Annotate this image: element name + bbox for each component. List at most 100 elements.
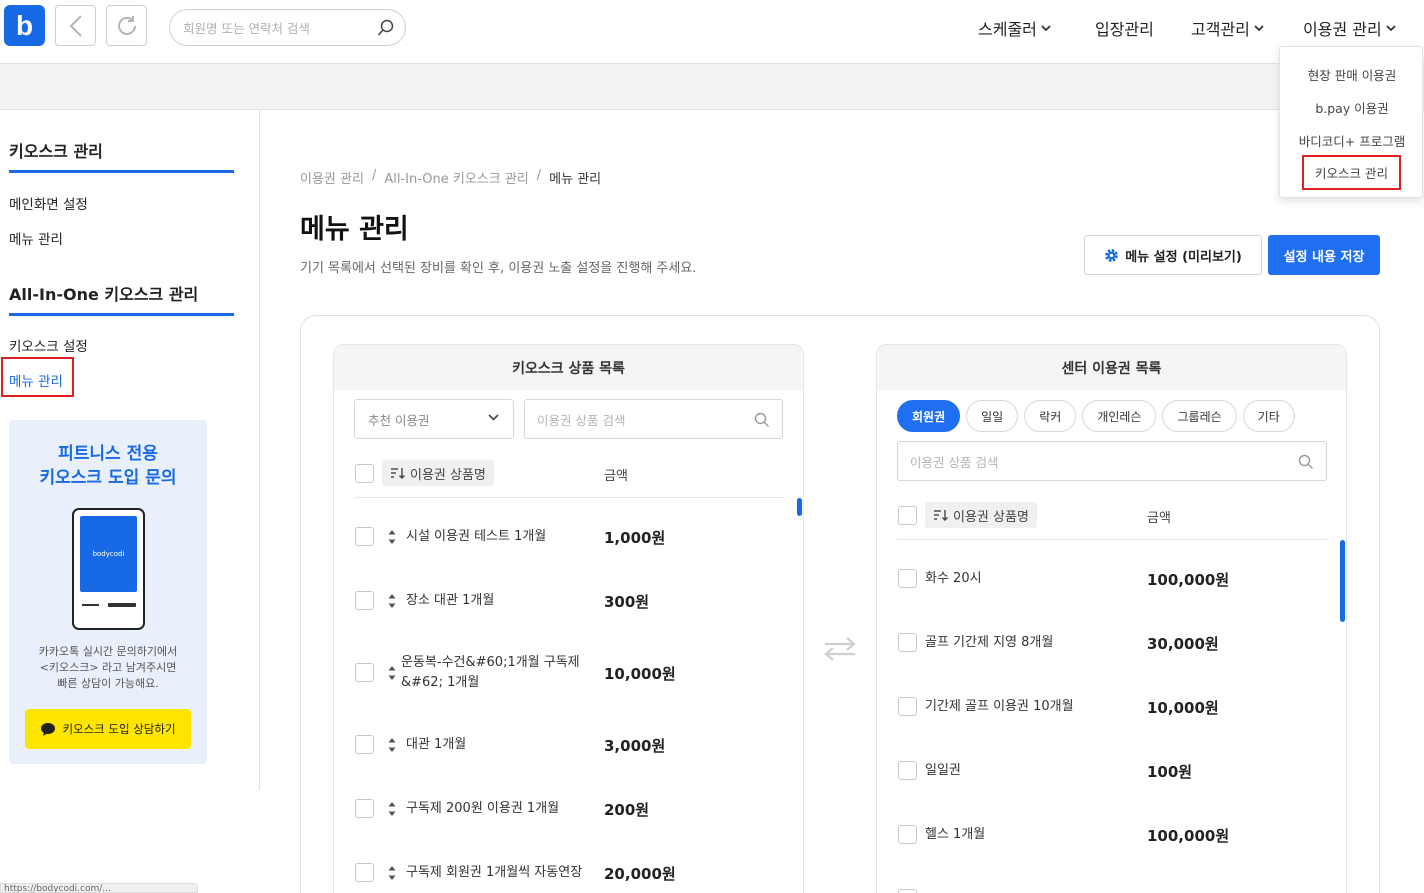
highlight-box — [1, 357, 74, 397]
product-price: 300원 — [604, 593, 650, 611]
center-pass-list-panel: 센터 이용권 목록 회원권 일일 락커 개인레슨 그룹레슨 기타 이용권 상품명… — [876, 344, 1347, 893]
breadcrumb-separator: / — [536, 168, 542, 183]
row-checkbox[interactable] — [898, 633, 917, 652]
menu-preview-label: 메뉴 설정 (미리보기) — [1125, 249, 1242, 265]
menu-preview-button[interactable]: 메뉴 설정 (미리보기) — [1084, 235, 1262, 275]
pass-name: 기간제 골프 이용권 10개월 — [925, 699, 1074, 714]
drag-sort-icon[interactable] — [387, 801, 397, 817]
tab-etc[interactable]: 기타 — [1242, 400, 1295, 432]
row-checkbox[interactable] — [898, 825, 917, 844]
pass-name: 골프 기간제 지영 8개월 — [925, 635, 1054, 650]
swap-arrows-icon[interactable] — [822, 635, 858, 663]
row-checkbox[interactable] — [355, 863, 374, 882]
sort-by-name-button[interactable]: 이용권 상품명 — [925, 502, 1037, 528]
dropdown-item-kiosk-management[interactable]: 키오스크 관리 — [1302, 155, 1401, 190]
sidebar-section-title: All-In-One 키오스크 관리 — [9, 285, 199, 304]
kiosk-card-reader — [108, 603, 136, 607]
tab-locker[interactable]: 락커 — [1024, 400, 1077, 432]
panel-title: 센터 이용권 목록 — [877, 345, 1346, 390]
pass-search — [897, 441, 1327, 481]
promo-title: 키오스크 도입 문의 — [39, 468, 177, 488]
chat-bubble-icon — [41, 722, 56, 736]
promo-desc-line: 빠른 상담이 가능해요. — [57, 677, 159, 690]
row-checkbox[interactable] — [898, 697, 917, 716]
sub-header-bar — [0, 63, 1424, 110]
sidebar-item-kiosk-settings[interactable]: 키오스크 설정 — [9, 335, 88, 355]
product-search-input[interactable] — [537, 411, 737, 429]
search-icon[interactable] — [1298, 454, 1314, 470]
kiosk-product-list-panel: 키오스크 상품 목록 추천 이용권 이용권 상품명 금액 시설 이용권 테스트 … — [333, 344, 804, 893]
back-arrow-icon — [69, 14, 82, 37]
column-header-price: 금액 — [604, 469, 628, 484]
tab-personal-lesson[interactable]: 개인레슨 — [1082, 400, 1157, 432]
row-checkbox[interactable] — [355, 735, 374, 754]
product-price: 3,000원 — [604, 737, 666, 755]
back-button[interactable] — [55, 5, 96, 46]
sidebar-divider — [9, 313, 234, 316]
scrollbar-thumb[interactable] — [797, 498, 802, 516]
member-search-input[interactable] — [183, 19, 373, 37]
dropdown-item-bodycodi-program[interactable]: 바디코디+ 프로그램 — [1280, 131, 1424, 150]
product-name: 장소 대관 1개월 — [406, 593, 495, 608]
sidebar-item-menu[interactable]: 메뉴 관리 — [9, 228, 63, 248]
tab-group-lesson[interactable]: 그룹레슨 — [1162, 400, 1237, 432]
category-select[interactable]: 추천 이용권 — [354, 399, 514, 439]
select-all-checkbox[interactable] — [355, 464, 374, 483]
pass-price: 100,000원 — [1147, 827, 1230, 845]
menu-passes[interactable]: 이용권 관리 — [1303, 16, 1396, 40]
sidebar: 키오스크 관리 메인화면 설정 메뉴 관리 All-In-One 키오스크 관리… — [0, 110, 260, 790]
passes-dropdown-menu: 현장 판매 이용권 b.pay 이용권 바디코디+ 프로그램 키오스크 관리 — [1279, 46, 1423, 198]
promo-desc-line: <키오스크> 라고 남겨주시면 — [39, 661, 177, 674]
column-header-name: 이용권 상품명 — [410, 467, 486, 483]
row-checkbox[interactable] — [355, 527, 374, 546]
kiosk-promo-banner: 피트니스 전용 키오스크 도입 문의 bodycodi 카카오톡 실시간 문의하… — [9, 420, 207, 764]
page-title: 메뉴 관리 — [300, 214, 409, 245]
row-checkbox[interactable] — [355, 799, 374, 818]
tab-membership[interactable]: 회원권 — [897, 400, 961, 432]
bodycodi-logo[interactable]: b — [4, 5, 45, 46]
row-checkbox[interactable] — [898, 889, 917, 893]
panel-title: 키오스크 상품 목록 — [334, 345, 803, 390]
sidebar-section-title: 키오스크 관리 — [9, 142, 103, 161]
drag-sort-icon[interactable] — [387, 665, 397, 681]
row-checkbox[interactable] — [898, 569, 917, 588]
member-search — [169, 9, 406, 46]
breadcrumb-item[interactable]: All-In-One 키오스크 관리 — [384, 168, 528, 187]
row-checkbox[interactable] — [898, 761, 917, 780]
refresh-icon — [117, 15, 136, 35]
kiosk-consult-button[interactable]: 키오스크 도입 상담하기 — [25, 709, 191, 749]
sort-by-name-button[interactable]: 이용권 상품명 — [382, 460, 494, 486]
dropdown-item-onsite-pass[interactable]: 현장 판매 이용권 — [1280, 65, 1424, 84]
refresh-button[interactable] — [106, 5, 147, 46]
drag-sort-icon[interactable] — [387, 737, 397, 753]
chevron-down-icon — [1041, 24, 1051, 31]
select-all-checkbox[interactable] — [898, 506, 917, 525]
product-price: 200원 — [604, 801, 650, 819]
sidebar-item-main-screen[interactable]: 메인화면 설정 — [9, 193, 88, 213]
search-icon[interactable] — [377, 19, 395, 37]
product-price: 10,000원 — [604, 665, 676, 683]
row-checkbox[interactable] — [355, 663, 374, 682]
pass-name: 일일권 — [925, 763, 961, 778]
menu-customers[interactable]: 고객관리 — [1191, 16, 1264, 40]
drag-sort-icon[interactable] — [387, 593, 397, 609]
search-icon[interactable] — [754, 412, 770, 428]
tab-daily[interactable]: 일일 — [966, 400, 1019, 432]
menu-entry[interactable]: 입장관리 — [1095, 16, 1154, 40]
product-search — [524, 399, 783, 439]
drag-sort-icon[interactable] — [387, 529, 397, 545]
breadcrumb-item[interactable]: 이용권 관리 — [300, 168, 364, 187]
pass-price: 100원 — [1147, 763, 1193, 781]
pass-search-input[interactable] — [910, 453, 1110, 471]
menu-scheduler[interactable]: 스케줄러 — [978, 16, 1051, 40]
scrollbar-thumb[interactable] — [1340, 540, 1345, 622]
page-description: 기기 목록에서 선택된 장비를 확인 후, 이용권 노출 설정을 진행해 주세요… — [300, 261, 697, 276]
dropdown-item-bpay-pass[interactable]: b.pay 이용권 — [1280, 98, 1424, 117]
row-checkbox[interactable] — [355, 591, 374, 610]
header-divider — [354, 497, 784, 498]
breadcrumb: 이용권 관리 / All-In-One 키오스크 관리 / 메뉴 관리 — [300, 168, 601, 187]
pass-name: 화수 20시 — [925, 571, 982, 586]
save-settings-button[interactable]: 설정 내용 저장 — [1268, 235, 1380, 275]
menu-scheduler-label: 스케줄러 — [978, 20, 1037, 39]
drag-sort-icon[interactable] — [387, 865, 397, 881]
